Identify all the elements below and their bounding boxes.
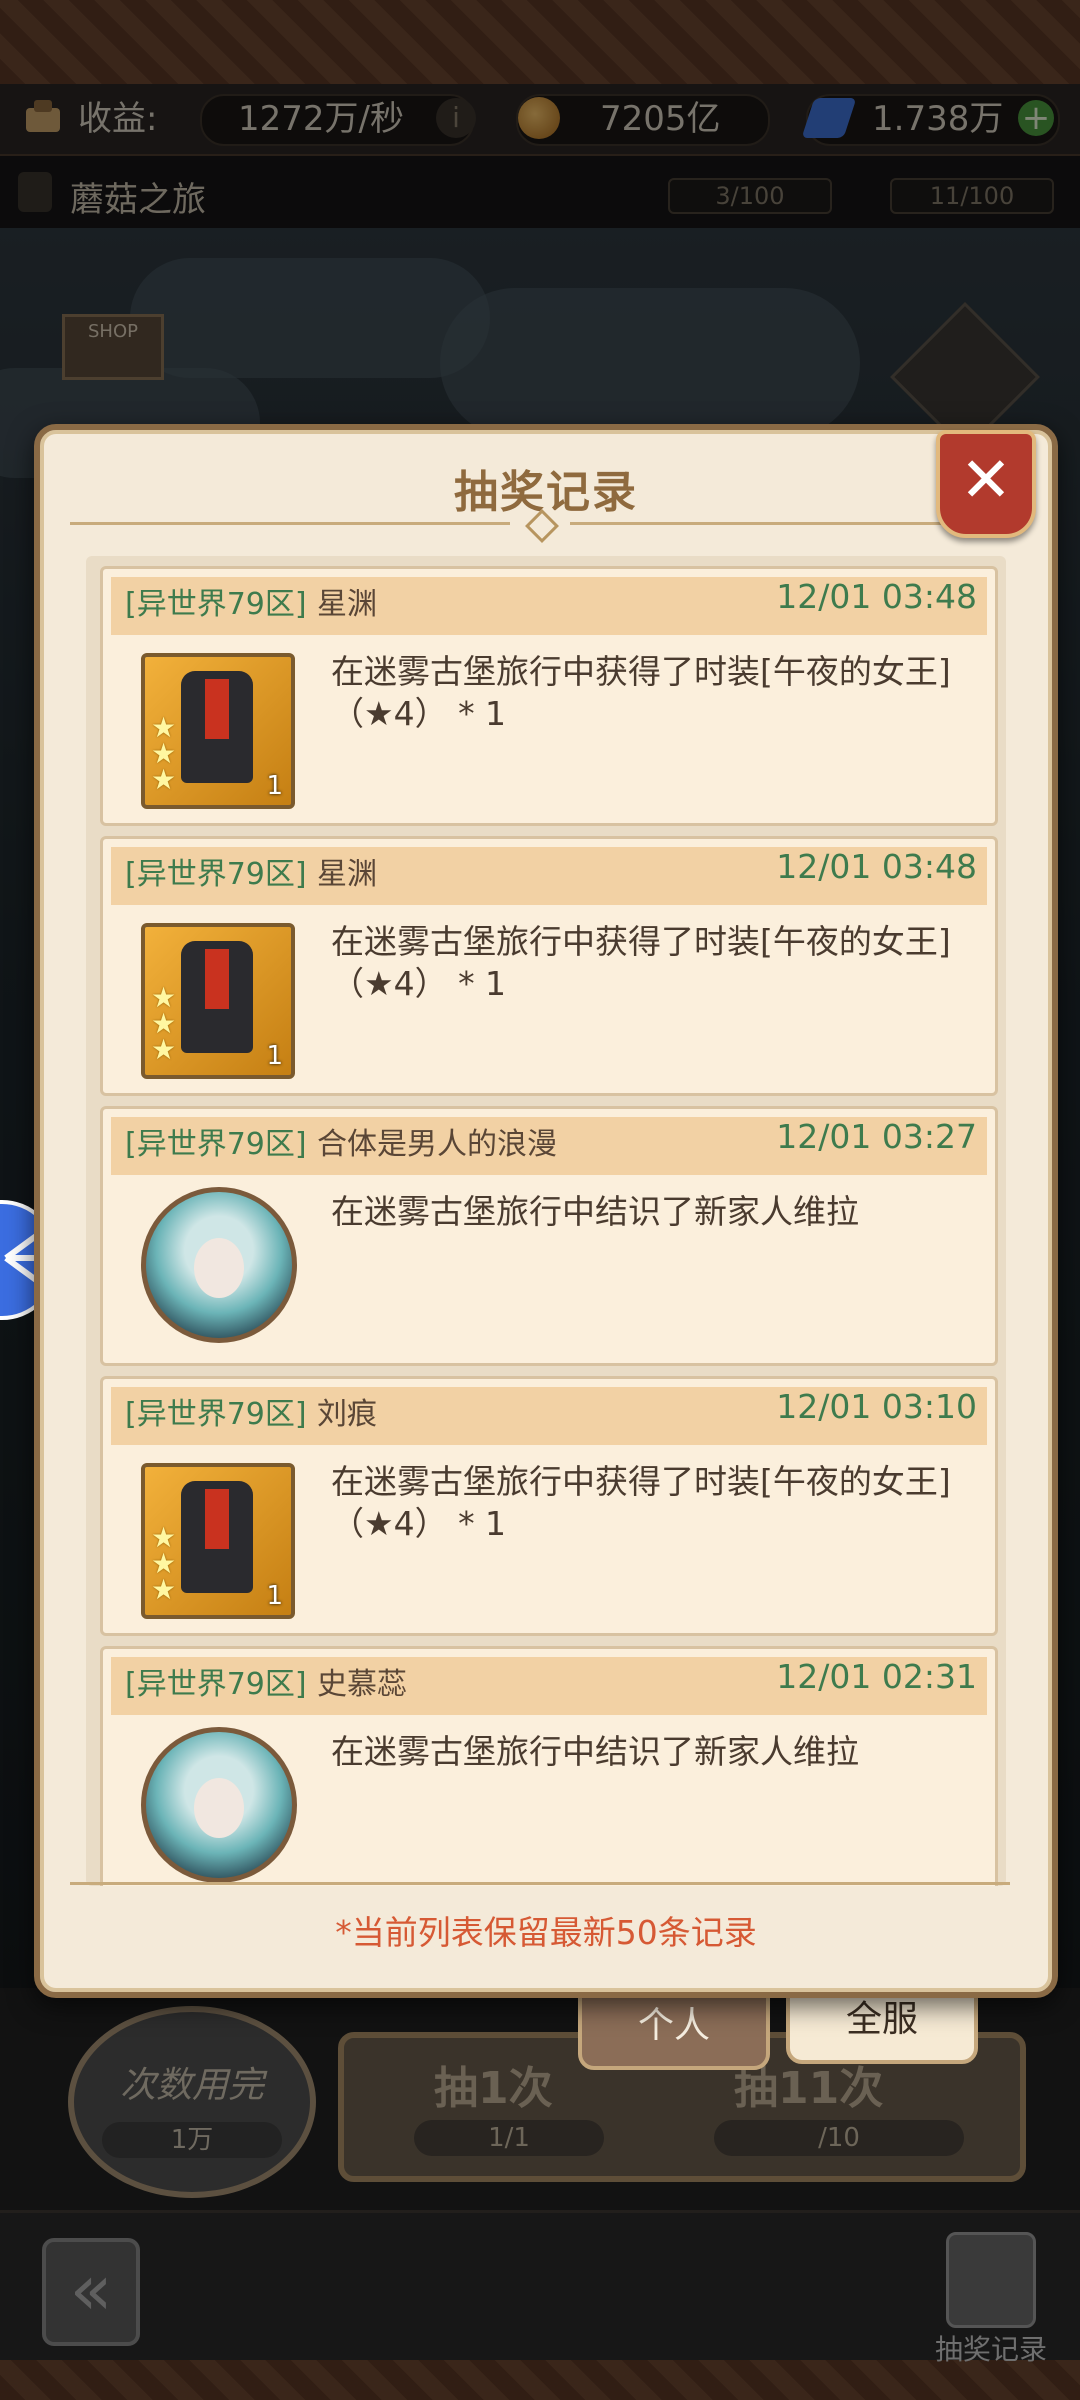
lottery-record-label: 抽奖记录	[934, 2333, 1047, 2366]
close-button[interactable]: ✕	[936, 430, 1036, 538]
list-item: [异世界79区] 合体是男人的浪漫 12/01 03:27 在迷雾古堡旅行中结识…	[100, 1106, 998, 1366]
record-player: 星渊	[317, 587, 377, 622]
footer-divider	[70, 1882, 1010, 1885]
record-time: 12/01 03:10	[776, 1387, 977, 1426]
record-text: 在迷雾古堡旅行中结识了新家人维拉	[331, 1192, 859, 1231]
draw-once-count: 1/1	[414, 2120, 604, 2156]
back-arrow-icon: «	[69, 2249, 113, 2331]
scroll-icon	[946, 2232, 1036, 2328]
record-time: 12/01 03:27	[776, 1117, 977, 1156]
costume-icon[interactable]: ★ ★ ★ 1	[141, 923, 295, 1079]
record-time: 12/01 03:48	[776, 847, 977, 886]
list-item: [异世界79区] 刘痕 12/01 03:10 ★ ★ ★ 1 在迷雾古堡旅行中获得…	[100, 1376, 998, 1636]
record-server: [异世界79区]	[125, 587, 307, 622]
item-count: 1	[266, 771, 283, 801]
used-up-cost: 1万	[102, 2122, 282, 2158]
character-avatar-icon[interactable]	[141, 1187, 297, 1343]
record-server: [异世界79区]	[125, 1667, 307, 1702]
title-divider-left	[70, 522, 510, 525]
item-count: 1	[266, 1041, 283, 1071]
back-button[interactable]: «	[42, 2238, 140, 2346]
lottery-record-dialog: 抽奖记录 ✕ [异世界79区] 星渊 12/01 03:48 ★ ★ ★ 1 在迷雾…	[34, 424, 1058, 1998]
item-count: 1	[266, 1581, 283, 1611]
record-player: 史慕蕊	[317, 1667, 407, 1702]
used-up-button[interactable]: 次数用完 1万	[68, 2006, 316, 2198]
list-item: [异世界79区] 星渊 12/01 03:48 ★ ★ ★ 1 在迷雾古堡旅行中获得…	[100, 836, 998, 1096]
record-server: [异世界79区]	[125, 1397, 307, 1432]
costume-icon[interactable]: ★ ★ ★ 1	[141, 653, 295, 809]
character-avatar-icon[interactable]	[141, 1727, 297, 1883]
record-player: 星渊	[317, 857, 377, 892]
draw-eleven-count: /10	[714, 2120, 964, 2156]
record-text: 在迷雾古堡旅行中获得了时装[午夜的女王]（★4） * 1	[331, 652, 951, 733]
record-text: 在迷雾古堡旅行中获得了时装[午夜的女王]（★4） * 1	[331, 1462, 951, 1543]
footer-note: *当前列表保留最新50条记录	[335, 1913, 757, 1952]
record-server: [异世界79区]	[125, 857, 307, 892]
record-time: 12/01 02:31	[776, 1657, 977, 1696]
record-player: 刘痕	[317, 1397, 377, 1432]
lottery-record-button[interactable]: 抽奖记录	[926, 2232, 1056, 2366]
record-player: 合体是男人的浪漫	[317, 1127, 557, 1162]
close-icon: ✕	[960, 443, 1012, 516]
record-time: 12/01 03:48	[776, 577, 977, 616]
used-up-label: 次数用完	[119, 2065, 264, 2106]
record-list[interactable]: [异世界79区] 星渊 12/01 03:48 ★ ★ ★ 1 在迷雾古堡旅行中获得…	[86, 556, 1006, 1886]
list-item: [异世界79区] 星渊 12/01 03:48 ★ ★ ★ 1 在迷雾古堡旅行中获得…	[100, 566, 998, 826]
dialog-title: 抽奖记录	[454, 467, 638, 518]
draw-once-label[interactable]: 抽1次	[434, 2052, 553, 2116]
record-server: [异世界79区]	[125, 1127, 307, 1162]
record-text: 在迷雾古堡旅行中获得了时装[午夜的女王]（★4） * 1	[331, 922, 951, 1003]
record-text: 在迷雾古堡旅行中结识了新家人维拉	[331, 1732, 859, 1771]
list-item: [异世界79区] 史慕蕊 12/01 02:31 在迷雾古堡旅行中结识了新家人维…	[100, 1646, 998, 1886]
costume-icon[interactable]: ★ ★ ★ 1	[141, 1463, 295, 1619]
